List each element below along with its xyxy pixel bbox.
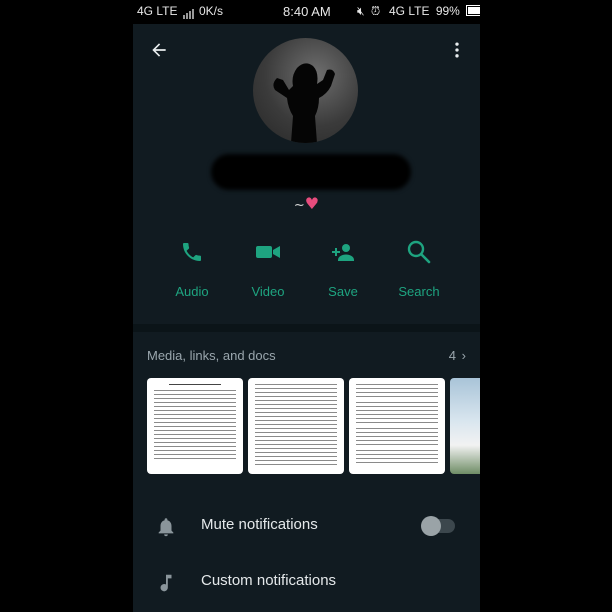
phone-screen: 4G LTE 0K/s 8:40 AM 🔇︎ ⏰︎ 4G LTE 99% ~♥ … bbox=[133, 0, 480, 612]
redacted-contact-name bbox=[211, 154, 411, 190]
chevron-right-icon: › bbox=[461, 348, 466, 363]
music-note-icon bbox=[160, 574, 172, 592]
add-person-icon bbox=[332, 244, 354, 261]
save-label: Save bbox=[328, 284, 358, 299]
toggle-knob bbox=[421, 516, 441, 536]
contact-header: ~♥ Audio Video Save Search bbox=[133, 24, 480, 324]
search-icon bbox=[407, 240, 431, 264]
media-thumbnail-image[interactable] bbox=[450, 378, 480, 474]
audio-call-button[interactable]: Audio bbox=[157, 234, 227, 299]
network-label-right: 4G LTE bbox=[389, 4, 430, 18]
media-thumbnail-document[interactable] bbox=[147, 378, 243, 474]
custom-notifications-label: Custom notifications bbox=[201, 572, 337, 589]
mute-notifications-label: Mute notifications bbox=[201, 516, 318, 533]
battery-percent: 99% bbox=[435, 4, 460, 18]
audio-label: Audio bbox=[175, 284, 209, 299]
media-count[interactable]: 4 › bbox=[449, 348, 466, 363]
search-label: Search bbox=[398, 284, 440, 299]
custom-notifications-row[interactable]: Custom notifications bbox=[133, 558, 480, 608]
more-options-icon[interactable] bbox=[449, 40, 465, 60]
video-label: Video bbox=[251, 284, 285, 299]
save-contact-button[interactable]: Save bbox=[308, 234, 378, 299]
contact-about: ~♥ bbox=[133, 194, 480, 213]
battery-icon bbox=[466, 5, 480, 16]
mute-toggle[interactable] bbox=[421, 516, 455, 536]
silhouette-image bbox=[273, 63, 335, 143]
notification-settings: Mute notifications Custom notifications bbox=[133, 500, 480, 612]
network-label: 4G LTE bbox=[137, 4, 178, 18]
back-arrow-icon[interactable] bbox=[149, 40, 169, 60]
alarm-icon: ⏰︎ bbox=[370, 4, 381, 18]
mute-notifications-row[interactable]: Mute notifications bbox=[133, 502, 480, 552]
media-section[interactable]: Media, links, and docs 4 › bbox=[133, 332, 480, 500]
phone-icon bbox=[183, 243, 201, 261]
media-thumbnail-document[interactable] bbox=[248, 378, 344, 474]
clock: 8:40 AM bbox=[283, 4, 331, 19]
heart-icon: ♥ bbox=[304, 194, 320, 213]
data-speed: 0K/s bbox=[199, 4, 224, 18]
media-count-value: 4 bbox=[448, 348, 457, 363]
media-thumbnail-document[interactable] bbox=[349, 378, 445, 474]
avatar[interactable] bbox=[253, 38, 358, 143]
mute-status-icon: 🔇︎ bbox=[357, 4, 365, 18]
status-bar: 4G LTE 0K/s 8:40 AM 🔇︎ ⏰︎ 4G LTE 99% bbox=[133, 0, 480, 24]
video-call-button[interactable]: Video bbox=[233, 234, 303, 299]
video-camera-icon bbox=[256, 246, 280, 258]
media-section-title: Media, links, and docs bbox=[147, 348, 276, 363]
about-text: ~ bbox=[293, 198, 305, 213]
bell-icon bbox=[158, 518, 174, 537]
search-button[interactable]: Search bbox=[384, 234, 454, 299]
action-buttons: Audio Video Save Search bbox=[133, 234, 480, 304]
signal-icon bbox=[182, 5, 195, 19]
